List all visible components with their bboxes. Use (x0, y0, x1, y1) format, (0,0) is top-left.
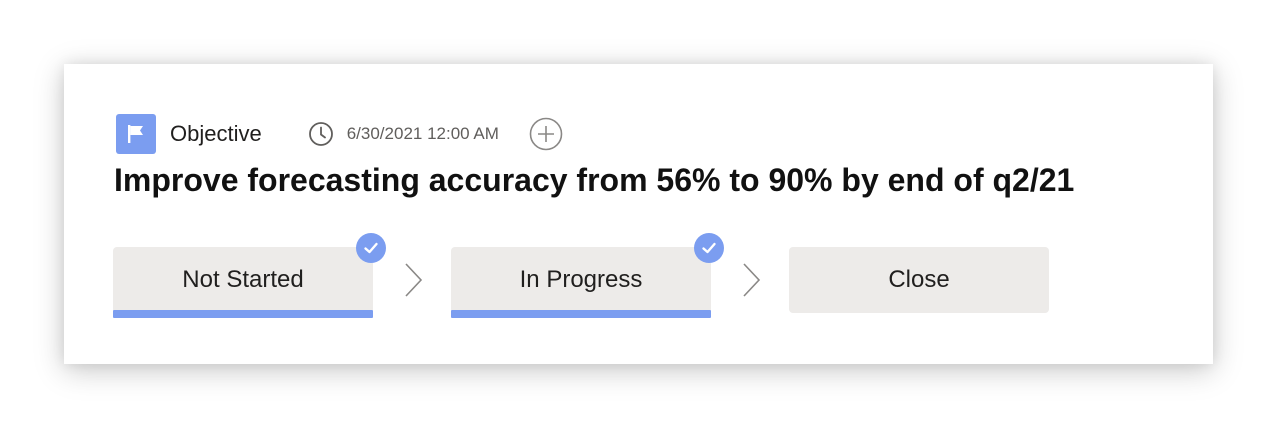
objective-card: Objective 6/30/2021 12:00 AM Improve for… (64, 64, 1213, 364)
stage-button[interactable]: In Progress (451, 247, 711, 313)
stage-label: In Progress (519, 266, 643, 293)
stage-close[interactable]: Close (789, 247, 1049, 319)
stage-progress-bar (451, 310, 711, 318)
checkmark-icon (356, 233, 386, 263)
stage-not-started[interactable]: Not Started (113, 233, 386, 319)
checkmark-icon (694, 233, 724, 263)
flag-icon (116, 114, 156, 154)
stage-label: Close (888, 266, 950, 293)
clock-icon (308, 121, 334, 147)
stage-progress-bar (113, 310, 373, 318)
due-date-text: 6/30/2021 12:00 AM (346, 124, 499, 143)
stage-button[interactable]: Close (789, 247, 1049, 313)
stage-label: Not Started (182, 266, 304, 293)
stage-in-progress[interactable]: In Progress (451, 233, 724, 319)
card-type-label: Objective (170, 121, 262, 146)
chevron-right-icon (743, 263, 761, 297)
objective-title: Improve forecasting accuracy from 56% to… (114, 162, 1075, 198)
stage-button[interactable]: Not Started (113, 247, 373, 313)
chevron-right-icon (405, 263, 423, 297)
add-circle-icon[interactable] (529, 117, 563, 151)
card-meta-row: Objective 6/30/2021 12:00 AM (116, 114, 563, 154)
